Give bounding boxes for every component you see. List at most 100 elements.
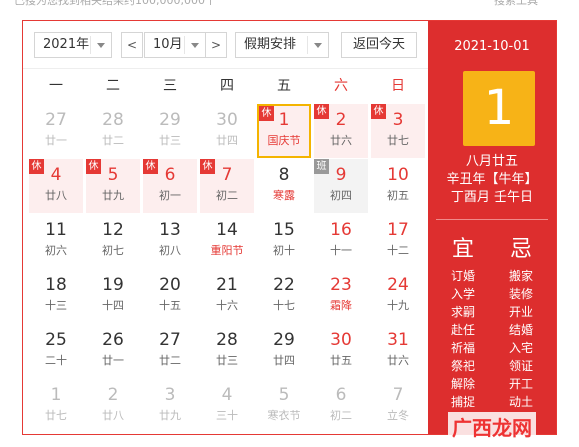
lunar-label: 十六 bbox=[216, 299, 238, 312]
day-cell[interactable]: 2 廿八 bbox=[86, 379, 140, 433]
lunar-label: 二十 bbox=[45, 354, 67, 367]
next-month-button[interactable]: > bbox=[205, 32, 227, 58]
day-number: 23 bbox=[330, 275, 352, 295]
year-select[interactable]: 2021年 bbox=[34, 32, 112, 58]
lunar-label: 廿二 bbox=[102, 134, 124, 147]
day-cell[interactable]: 29 廿三 bbox=[143, 104, 197, 158]
lunar-label: 十五 bbox=[159, 299, 181, 312]
day-cell[interactable]: 19 十四 bbox=[86, 269, 140, 323]
day-cell[interactable]: 25 二十 bbox=[29, 324, 83, 378]
day-cell[interactable]: 6 初二 bbox=[314, 379, 368, 433]
day-cell[interactable]: 30 廿四 bbox=[200, 104, 254, 158]
day-cell[interactable]: 16 十一 bbox=[314, 214, 368, 268]
lunar-label: 重阳节 bbox=[210, 244, 244, 257]
top-strip: 已搜为您找到相关结果约100,000,000个 搜索工具 bbox=[0, 0, 579, 8]
ji-item: 装修 bbox=[508, 287, 533, 301]
lunar-label: 十九 bbox=[387, 299, 409, 312]
month-select[interactable]: 10月 bbox=[144, 32, 206, 58]
day-number: 3 bbox=[164, 385, 176, 405]
lunar-ganzhi: 丁酉月 壬午日 bbox=[450, 190, 534, 205]
lunar-label: 廿三 bbox=[216, 354, 238, 367]
day-cell[interactable]: 休 5 廿九 bbox=[86, 159, 140, 213]
watermark-logo: 广西龙网 bbox=[448, 412, 536, 441]
day-number: 7 bbox=[392, 385, 404, 405]
lunar-label: 初四 bbox=[330, 189, 352, 202]
day-cell[interactable]: 17 十二 bbox=[371, 214, 425, 268]
day-cell[interactable]: 21 十六 bbox=[200, 269, 254, 323]
day-cell[interactable]: 28 廿二 bbox=[86, 104, 140, 158]
day-cell[interactable]: 休 7 初二 bbox=[200, 159, 254, 213]
day-number: 22 bbox=[273, 275, 295, 295]
back-to-today-button[interactable]: 返回今天 bbox=[341, 32, 417, 58]
day-cell[interactable]: 20 十五 bbox=[143, 269, 197, 323]
day-cell[interactable]: 15 初十 bbox=[257, 214, 311, 268]
day-cell[interactable]: 3 廿九 bbox=[143, 379, 197, 433]
day-cell[interactable]: 18 十三 bbox=[29, 269, 83, 323]
day-number: 9 bbox=[335, 165, 347, 185]
day-number: 4 bbox=[221, 385, 233, 405]
lunar-label: 寒露 bbox=[273, 189, 295, 202]
lunar-label: 廿九 bbox=[102, 189, 124, 202]
day-cell[interactable]: 31 廿六 bbox=[371, 324, 425, 378]
day-cell[interactable]: 28 廿三 bbox=[200, 324, 254, 378]
chevron-down-icon bbox=[191, 43, 199, 48]
lunar-label: 廿八 bbox=[102, 409, 124, 422]
day-cell[interactable]: 29 廿四 bbox=[257, 324, 311, 378]
weekday-label: 二 bbox=[106, 78, 120, 94]
day-number: 28 bbox=[216, 330, 238, 350]
day-cell[interactable]: 27 廿二 bbox=[143, 324, 197, 378]
day-cell[interactable]: 休 2 廿六 bbox=[314, 104, 368, 158]
yi-list: 订婚 入学 求嗣 赴任 祈福 祭祀 解除 捕捉 bbox=[434, 267, 492, 411]
day-cell[interactable]: 10 初五 bbox=[371, 159, 425, 213]
day-cell[interactable]: 12 初七 bbox=[86, 214, 140, 268]
day-cell[interactable]: 休 3 廿七 bbox=[371, 104, 425, 158]
lunar-label: 十七 bbox=[273, 299, 295, 312]
day-cell[interactable]: 24 十九 bbox=[371, 269, 425, 323]
chevron-down-icon bbox=[97, 43, 105, 48]
day-number: 6 bbox=[335, 385, 347, 405]
day-number: 6 bbox=[164, 165, 176, 185]
day-number: 24 bbox=[387, 275, 409, 295]
day-number: 13 bbox=[159, 220, 181, 240]
day-cell[interactable]: 休 6 初一 bbox=[143, 159, 197, 213]
month-select-value: 10月 bbox=[153, 37, 183, 52]
day-number: 1 bbox=[50, 385, 62, 405]
lunar-label: 廿六 bbox=[330, 134, 352, 147]
ji-title: 忌 bbox=[509, 237, 532, 262]
day-cell[interactable]: 5 寒衣节 bbox=[257, 379, 311, 433]
prev-month-button[interactable]: < bbox=[121, 32, 143, 58]
day-cell[interactable]: 30 廿五 bbox=[314, 324, 368, 378]
day-cell[interactable]: 27 廿一 bbox=[29, 104, 83, 158]
day-cell[interactable]: 23 霜降 bbox=[314, 269, 368, 323]
ji-item: 开业 bbox=[508, 305, 533, 319]
day-number: 18 bbox=[45, 275, 67, 295]
day-number: 27 bbox=[159, 330, 181, 350]
holiday-select-value: 假期安排 bbox=[244, 37, 297, 52]
day-cell[interactable]: 22 十七 bbox=[257, 269, 311, 323]
weekday-label: 四 bbox=[220, 78, 234, 94]
search-tools-link[interactable]: 搜索工具 bbox=[494, 0, 538, 8]
lunar-label: 廿一 bbox=[102, 354, 124, 367]
lunar-label: 初二 bbox=[216, 189, 238, 202]
day-cell[interactable]: 休 4 廿八 bbox=[29, 159, 83, 213]
lunar-label: 初八 bbox=[159, 244, 181, 257]
day-cell[interactable]: 26 廿一 bbox=[86, 324, 140, 378]
day-number: 19 bbox=[102, 275, 124, 295]
day-cell[interactable]: 1 廿七 bbox=[29, 379, 83, 433]
day-cell[interactable]: 4 三十 bbox=[200, 379, 254, 433]
day-cell[interactable]: 7 立冬 bbox=[371, 379, 425, 433]
lunar-label: 初六 bbox=[45, 244, 67, 257]
day-cell[interactable]: 8 寒露 bbox=[257, 159, 311, 213]
day-number: 29 bbox=[273, 330, 295, 350]
ji-item: 搬家 bbox=[508, 269, 533, 283]
day-cell[interactable]: 11 初六 bbox=[29, 214, 83, 268]
lunar-label: 立冬 bbox=[387, 409, 409, 422]
lunar-label: 初七 bbox=[102, 244, 124, 257]
day-cell[interactable]: 休 1 国庆节 bbox=[257, 104, 311, 158]
holiday-select[interactable]: 假期安排 bbox=[235, 32, 329, 58]
day-cell[interactable]: 14 重阳节 bbox=[200, 214, 254, 268]
day-cell[interactable]: 13 初八 bbox=[143, 214, 197, 268]
day-cell[interactable]: 班 9 初四 bbox=[314, 159, 368, 213]
lunar-label: 国庆节 bbox=[267, 134, 301, 147]
weekday-label: 五 bbox=[277, 78, 291, 94]
